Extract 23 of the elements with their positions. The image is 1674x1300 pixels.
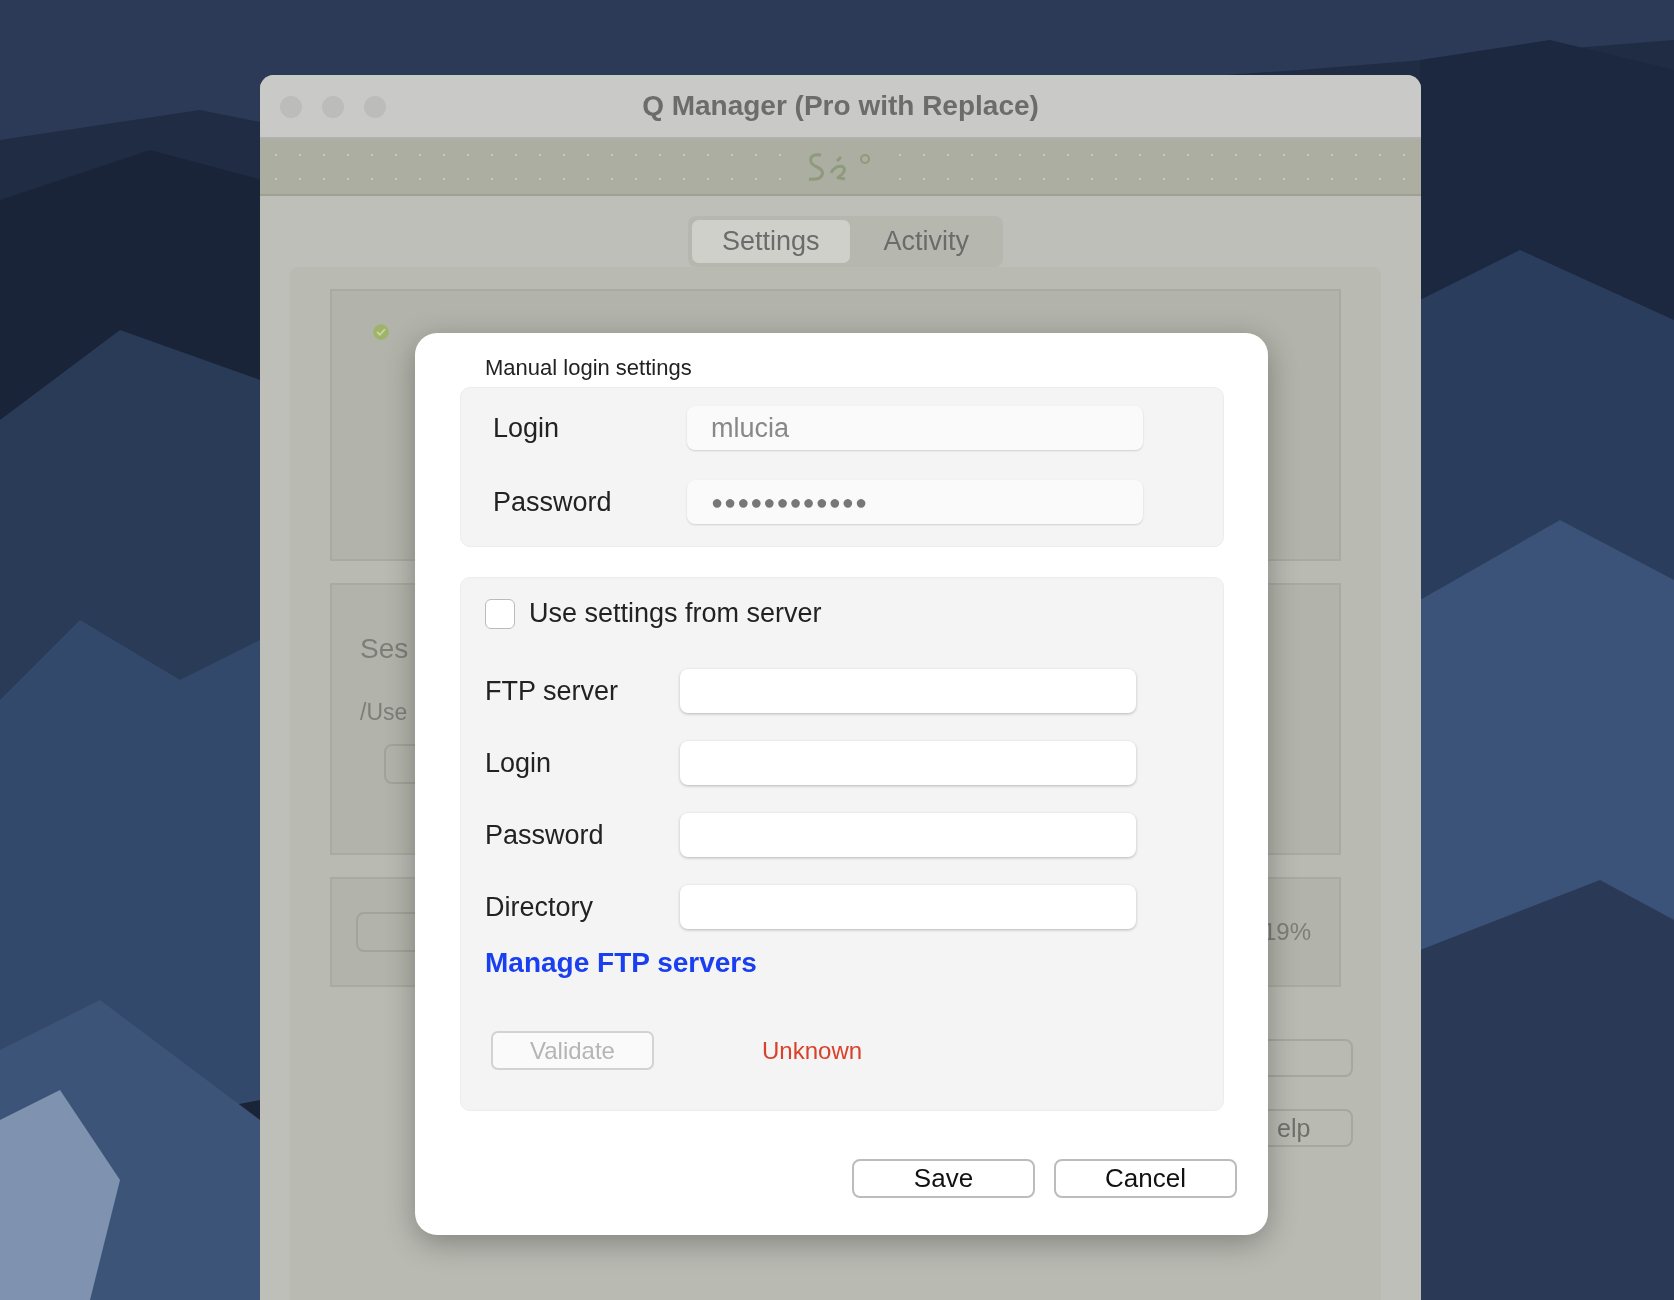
status-text: Unknown — [762, 1036, 863, 1065]
field-label: Login — [492, 412, 561, 444]
field-label: Password — [485, 819, 605, 851]
tab[interactable]: Settings — [691, 220, 850, 263]
input-field[interactable]: mlucia — [687, 406, 1143, 450]
field-label: Directory — [485, 891, 594, 923]
checkbox[interactable] — [485, 598, 515, 629]
save-button[interactable]: Save — [852, 1159, 1035, 1198]
field-label: Password — [492, 486, 613, 518]
field-label: FTP server — [485, 675, 620, 707]
tab[interactable]: Activity — [853, 220, 1000, 263]
section-heading: Manual login settings — [485, 355, 693, 381]
input-field[interactable] — [680, 813, 1136, 857]
input-field[interactable] — [680, 741, 1136, 785]
password-field[interactable]: ●●●●●●●●●●●● — [687, 480, 1143, 524]
field-label: Login — [485, 747, 553, 779]
checkbox-label: Use settings from server — [529, 598, 822, 629]
cancel-button[interactable]: Cancel — [1054, 1159, 1237, 1198]
input-field[interactable] — [680, 885, 1136, 929]
window-title: Q Manager (Pro with Replace) — [642, 90, 1039, 122]
check-dot-icon — [372, 323, 390, 341]
input-field[interactable] — [680, 669, 1136, 713]
manage-servers-link[interactable]: Manage FTP servers — [485, 947, 757, 979]
